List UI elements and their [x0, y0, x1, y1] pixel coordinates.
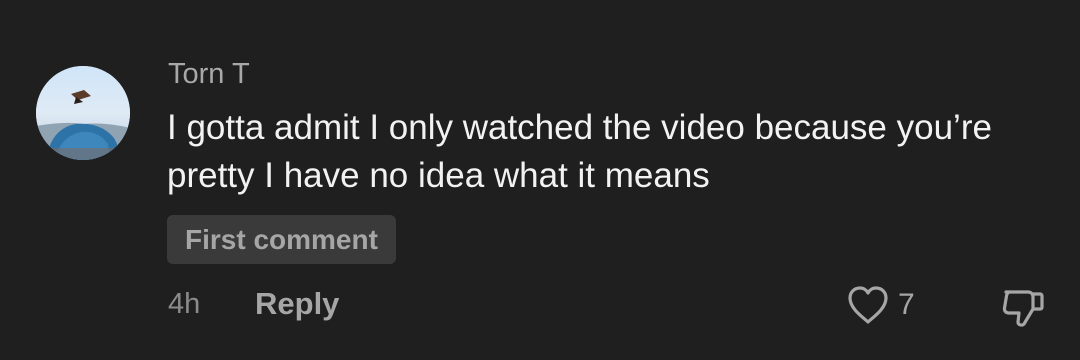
reply-button[interactable]: Reply: [255, 286, 339, 322]
first-comment-badge: First comment: [167, 215, 396, 264]
like-button[interactable]: 7: [846, 282, 915, 328]
like-count: 7: [898, 288, 915, 321]
comment-item: Torn T I gotta admit I only watched the …: [0, 0, 1080, 360]
comment-text: I gotta admit I only watched the video b…: [167, 108, 992, 195]
username[interactable]: Torn T: [168, 56, 250, 92]
user-avatar-icon: [36, 66, 130, 160]
avatar[interactable]: [36, 66, 130, 160]
comment-timestamp: 4h: [168, 288, 201, 320]
dislike-button[interactable]: [998, 282, 1046, 330]
heart-outline-icon: [848, 286, 888, 324]
thumbs-down-icon: [1002, 290, 1044, 327]
